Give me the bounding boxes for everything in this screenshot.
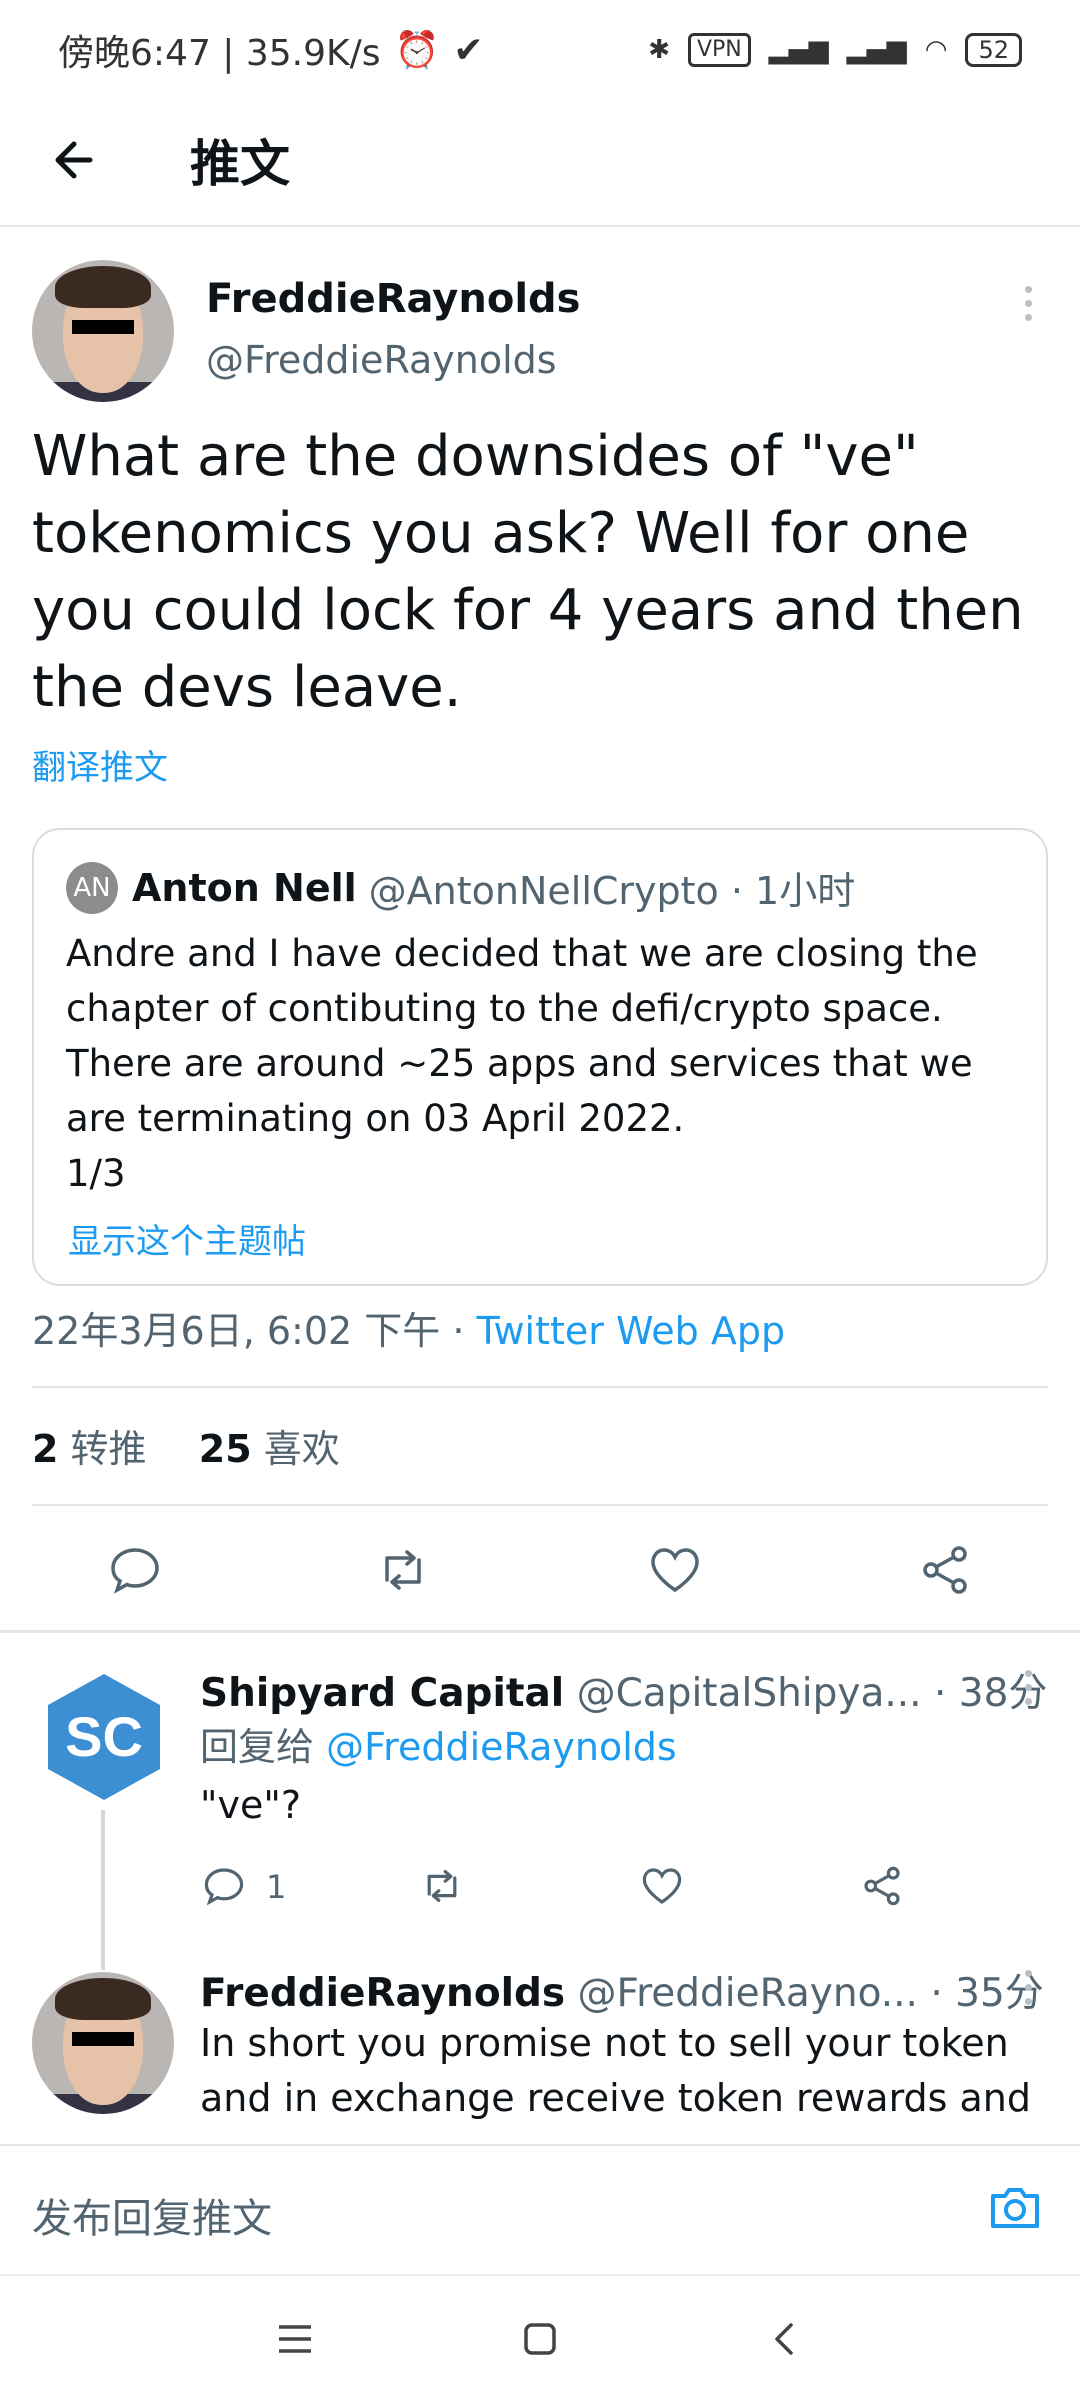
reply-item[interactable]: FreddieRaynolds @FreddieRayno... · 35分 I… [0, 1950, 1080, 2144]
retweet-count[interactable]: 2 [32, 1427, 58, 1471]
battery-indicator: 52 [965, 33, 1022, 67]
author-handle[interactable]: @FreddieRaynolds [206, 338, 557, 382]
reply-header: FreddieRaynolds @FreddieRayno... · 35分 [200, 1962, 1044, 2018]
signal-icon: ▂▄▆ [768, 35, 829, 65]
reply-icon[interactable] [105, 1540, 165, 1600]
reply-input-placeholder[interactable]: 发布回复推文 [32, 2186, 272, 2244]
bluetooth-icon: ✱ [648, 35, 670, 65]
section-separator [0, 1630, 1080, 1633]
reply-item[interactable]: SC Shipyard Capital @CapitalShipya... · … [0, 1650, 1080, 1970]
top-app-bar: 推文 [0, 100, 1080, 227]
tweet-meta: 22年3月6日, 6:02 下午 · Twitter Web App [32, 1300, 785, 1355]
quoted-tweet-page: 1/3 [66, 1152, 126, 1195]
shipyard-avatar[interactable]: SC [44, 1672, 164, 1802]
retweet-icon[interactable] [373, 1540, 433, 1600]
like-icon[interactable] [638, 1862, 686, 1910]
reply-to-handle[interactable]: @FreddieRaynolds [326, 1725, 677, 1769]
reply-to-label: 回复给 [200, 1725, 327, 1769]
status-time-speed: 傍晚6:47 | 35.9K/s [58, 33, 381, 74]
translate-tweet-link[interactable]: 翻译推文 [32, 740, 168, 789]
quoted-tweet-body: Andre and I have decided that we are clo… [66, 926, 1026, 1201]
back-nav-icon[interactable] [765, 2319, 805, 2359]
reply-handle-time: @CapitalShipya... · 38分 [576, 1671, 1048, 1716]
menu-icon[interactable] [275, 2319, 315, 2359]
wifi-icon: ◠ [924, 35, 948, 65]
reply-composer[interactable]: 发布回复推文 [0, 2144, 1080, 2274]
alarm-icon: ⏰ [394, 30, 440, 71]
reply-author-name[interactable]: FreddieRaynolds [200, 1971, 565, 2016]
reply-handle-time: @FreddieRayno... · 35分 [577, 1971, 1044, 2016]
divider [32, 1386, 1048, 1388]
more-options-icon[interactable] [1022, 1670, 1034, 1712]
reply-action-bar: 1 [200, 1856, 1060, 1916]
like-count[interactable]: 25 [199, 1427, 252, 1471]
retweet-icon[interactable] [418, 1862, 466, 1910]
check-icon: ✔ [453, 29, 484, 71]
system-navigation-bar [0, 2274, 1080, 2400]
signal-icon-2: ▂▄▆ [846, 35, 907, 65]
quoted-author-handle-time: @AntonNellCrypto · 1小时 [368, 869, 856, 913]
back-arrow-icon[interactable] [50, 130, 110, 190]
tweet-source-link[interactable]: Twitter Web App [477, 1309, 786, 1353]
tweet-action-bar [0, 1525, 1080, 1615]
author-avatar[interactable] [32, 260, 174, 402]
page-title: 推文 [190, 135, 290, 193]
show-thread-link[interactable]: 显示这个主题帖 [68, 1214, 306, 1263]
camera-icon[interactable] [985, 2178, 1045, 2238]
reply-icon[interactable] [200, 1862, 248, 1910]
home-icon[interactable] [520, 2319, 560, 2359]
divider [32, 1504, 1048, 1506]
quoted-author-name: Anton Nell [132, 865, 357, 910]
status-right: ✱ VPN ▂▄▆ ▂▄▆ ◠ 52 [648, 33, 1022, 67]
quoted-author-avatar: AN [66, 861, 118, 914]
author-display-name[interactable]: FreddieRaynolds [206, 276, 580, 322]
tweet-timestamp: 22年3月6日, 6:02 下午 · [32, 1309, 477, 1353]
more-options-icon[interactable] [1022, 1970, 1034, 2012]
more-options-icon[interactable] [1022, 286, 1034, 328]
reply-header: Shipyard Capital @CapitalShipya... · 38分 [200, 1662, 1047, 1718]
retweet-label[interactable]: 转推 [71, 1427, 147, 1471]
vpn-badge: VPN [687, 33, 751, 67]
reply-to-line: 回复给 @FreddieRaynolds [200, 1720, 1040, 1775]
thread-line [101, 1810, 105, 1970]
quoted-tweet-card[interactable]: AN Anton Nell @AntonNellCrypto · 1小时 And… [32, 828, 1048, 1286]
reply-author-name[interactable]: Shipyard Capital [200, 1671, 564, 1716]
avatar-initials: SC [65, 1705, 143, 1768]
status-left: 傍晚6:47 | 35.9K/s ⏰ ✔ [58, 24, 484, 76]
quoted-tweet-header: AN Anton Nell @AntonNellCrypto · 1小时 [66, 860, 855, 915]
status-bar: 傍晚6:47 | 35.9K/s ⏰ ✔ ✱ VPN ▂▄▆ ▂▄▆ ◠ 52 [0, 0, 1080, 100]
reply-count: 1 [266, 1868, 287, 1906]
reply-text: "ve"? [200, 1783, 301, 1827]
share-icon[interactable] [858, 1862, 906, 1910]
reply-author-avatar[interactable] [32, 1972, 174, 2114]
tweet-text: What are the downsides of "ve" tokenomic… [32, 424, 1024, 720]
quoted-tweet-text: Andre and I have decided that we are clo… [66, 932, 978, 1140]
engagement-stats: 2 转推 25 喜欢 [32, 1418, 340, 1473]
like-label[interactable]: 喜欢 [264, 1427, 340, 1471]
reply-text: In short you promise not to sell your to… [200, 2021, 1032, 2120]
like-icon[interactable] [645, 1540, 705, 1600]
share-icon[interactable] [915, 1540, 975, 1600]
